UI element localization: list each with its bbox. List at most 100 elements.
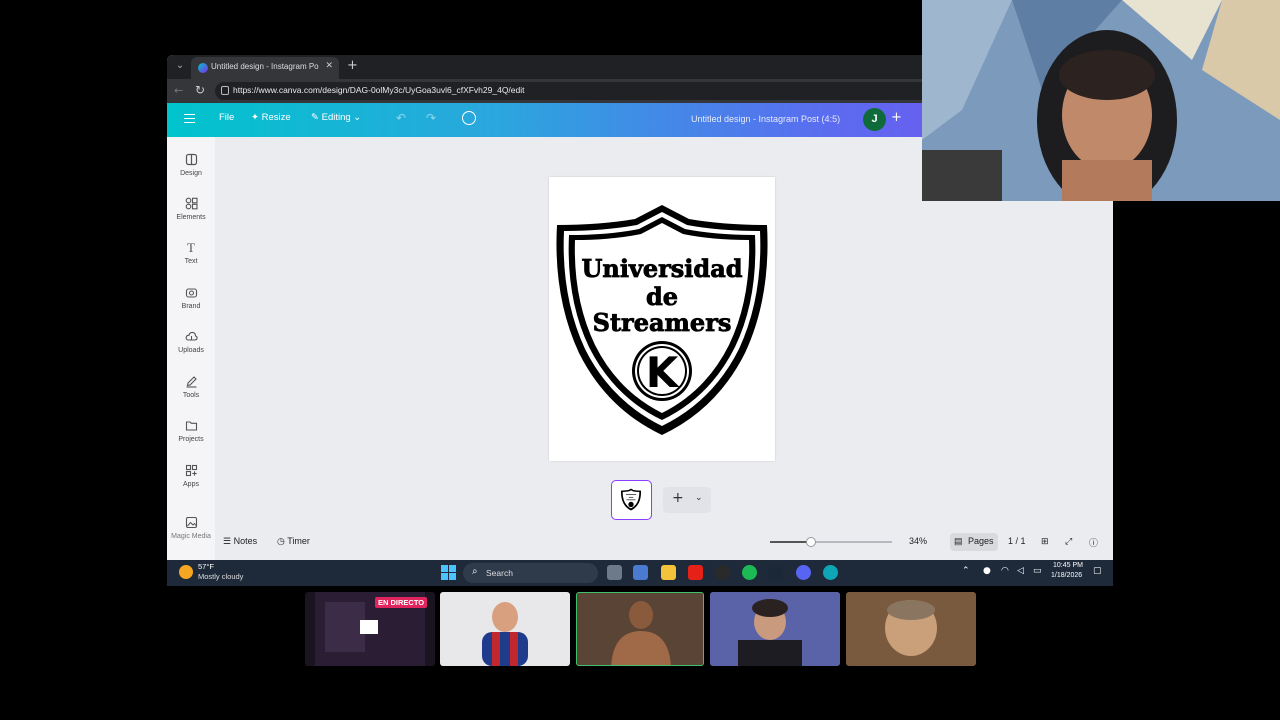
sidebar-item-label: Projects (178, 436, 204, 443)
cloud-save-icon[interactable] (462, 111, 476, 125)
volume-icon[interactable]: ◁ (1017, 566, 1024, 576)
editor-bottom-bar: ☰ Notes ◷ Timer 34% ▤ Pages 1 / 1 ⊞ ⤢ ⓘ (215, 529, 1113, 555)
grid-view-icon[interactable]: ⊞ (1041, 536, 1049, 547)
streamer-webcam (922, 0, 1280, 201)
zoom-value[interactable]: 34% (909, 536, 927, 546)
browser-tab[interactable]: Untitled design - Instagram Post (4:5) ✕ (191, 57, 339, 79)
kick-k-logo[interactable]: K (646, 348, 680, 397)
sidebar-item-tools[interactable]: Tools (167, 375, 215, 415)
participant-tile-1[interactable] (440, 592, 570, 666)
reload-icon[interactable]: ↻ (195, 83, 205, 97)
sidebar-item-magic-media[interactable]: Magic Media (167, 516, 215, 556)
back-arrow-icon[interactable]: ← (174, 84, 183, 97)
sidebar-item-label: Brand (181, 303, 201, 310)
sidebar-item-brand[interactable]: Brand (167, 286, 215, 326)
clock-date[interactable]: 1/18/2026 (1051, 572, 1082, 579)
sidebar-item-elements[interactable]: Elements (167, 197, 215, 237)
sidebar-item-uploads[interactable]: Uploads (167, 330, 215, 370)
sidebar-item-apps[interactable]: Apps (167, 464, 215, 504)
show-hidden-icons-icon[interactable]: ⌃ (962, 566, 970, 576)
youtube-icon[interactable] (688, 565, 703, 580)
cloud-upload-icon (184, 330, 198, 344)
canvas-area[interactable]: Universidad de Streamers K + ⌄ (215, 137, 1113, 585)
canva-favicon-icon (198, 63, 208, 73)
page-counter: 1 / 1 (1008, 536, 1026, 546)
sidebar-item-label: Elements (176, 214, 206, 221)
wifi-icon[interactable]: ◠ (1001, 566, 1009, 576)
redo-icon[interactable]: ↷ (426, 111, 436, 125)
sidebar-item-design[interactable]: Design (167, 153, 215, 193)
design-text-line3[interactable]: Streamers (592, 308, 732, 338)
live-badge: EN DIRECTO (375, 597, 428, 608)
file-menu[interactable]: File (219, 112, 234, 123)
notes-icon: ☰ (223, 536, 234, 546)
timer-button[interactable]: ◷ Timer (277, 536, 310, 547)
participant-tile-2-speaking[interactable] (576, 592, 704, 666)
site-info-icon[interactable] (221, 86, 229, 95)
shapes-icon (184, 197, 198, 211)
zoom-slider-handle[interactable] (806, 537, 816, 547)
new-tab-icon[interactable]: + (347, 59, 358, 73)
copilot-icon[interactable] (633, 565, 648, 580)
thumbnail-shield-icon (620, 488, 642, 511)
resize-button[interactable]: ✦ Resize (251, 112, 291, 123)
screen: ⌄ Untitled design - Instagram Post (4:5)… (0, 0, 1280, 720)
notifications-icon[interactable]: ▢ (1093, 566, 1102, 576)
file-explorer-icon[interactable] (661, 565, 676, 580)
participant-avatar (482, 602, 528, 666)
add-page-button[interactable]: + ⌄ (663, 487, 711, 513)
task-view-icon[interactable] (607, 565, 622, 580)
steam-icon[interactable] (768, 565, 783, 580)
image-icon (184, 516, 198, 530)
user-avatar[interactable]: J (863, 108, 886, 131)
participant-tile-3[interactable] (710, 592, 840, 666)
zoom-slider[interactable] (770, 537, 892, 547)
design-page[interactable]: Universidad de Streamers K (549, 177, 775, 461)
microphone-icon[interactable]: ● (983, 566, 991, 576)
close-tab-icon[interactable]: ✕ (325, 61, 333, 71)
participant-tile-4[interactable] (846, 592, 976, 666)
weather-icon[interactable] (179, 565, 193, 579)
notes-button[interactable]: ☰ Notes (223, 536, 257, 547)
chevron-down-icon: ⌄ (350, 112, 362, 123)
sidebar: Design Elements T Text Brand Uploads Too… (167, 137, 215, 585)
add-collaborator-icon[interactable]: + (891, 110, 902, 125)
sidebar-item-text[interactable]: T Text (167, 241, 215, 281)
edge-icon[interactable] (823, 565, 838, 580)
clock-time[interactable]: 10:45 PM (1053, 562, 1083, 569)
zoom-slider-fill (770, 541, 811, 543)
participant-tile-live[interactable]: EN DIRECTO (305, 592, 435, 666)
design-text-line1[interactable]: Universidad (581, 254, 743, 284)
windows-start-icon[interactable] (441, 565, 456, 580)
design-text-line2[interactable]: de (646, 282, 679, 312)
undo-icon[interactable]: ↶ (396, 111, 406, 125)
spotify-icon[interactable] (742, 565, 757, 580)
plus-icon: + (672, 490, 684, 506)
resize-label: Resize (261, 112, 291, 123)
tab-search-icon[interactable]: ⌄ (173, 60, 187, 74)
taskbar-search[interactable]: ⌕ Search (463, 563, 598, 583)
search-icon: ⌕ (472, 566, 478, 577)
battery-icon[interactable]: ▭ (1033, 566, 1042, 576)
fullscreen-icon[interactable]: ⤢ (1065, 536, 1072, 547)
chevron-down-icon[interactable]: ⌄ (695, 493, 703, 503)
pages-icon: ▤ (954, 536, 963, 546)
tab-title: Untitled design - Instagram Post (4:5) (211, 62, 319, 71)
page-thumbnail[interactable] (611, 480, 652, 520)
shield-logo[interactable]: Universidad de Streamers K (549, 177, 775, 461)
design-title[interactable]: Untitled design - Instagram Post (4:5) (691, 114, 840, 124)
pages-label: Pages (968, 536, 994, 546)
help-icon[interactable]: ⓘ (1089, 536, 1098, 549)
menu-icon[interactable] (184, 114, 195, 123)
sidebar-item-label: Magic Media (171, 533, 211, 540)
timer-icon: ◷ (277, 536, 288, 546)
participant-avatar (885, 600, 937, 656)
pen-icon (184, 375, 198, 389)
discord-icon[interactable] (796, 565, 811, 580)
weather-temperature: 57°F (198, 562, 214, 571)
github-icon[interactable] (715, 565, 730, 580)
editing-dropdown[interactable]: ✎ Editing ⌄ (311, 112, 361, 123)
pages-button[interactable]: ▤ Pages (950, 533, 998, 551)
sidebar-item-projects[interactable]: Projects (167, 419, 215, 459)
sidebar-item-label: Design (180, 170, 202, 177)
